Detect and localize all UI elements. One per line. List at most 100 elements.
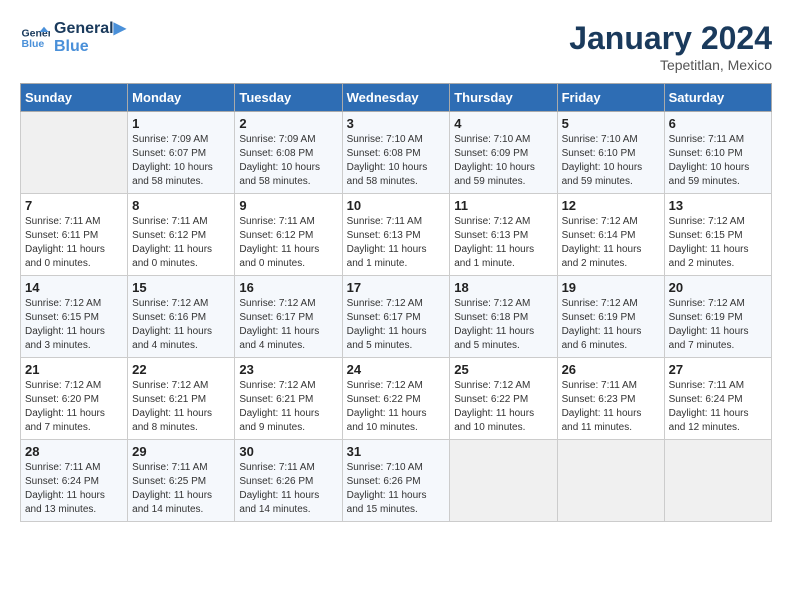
weekday-header: Saturday xyxy=(664,84,771,112)
calendar-week-row: 14 Sunrise: 7:12 AM Sunset: 6:15 PM Dayli… xyxy=(21,276,772,358)
day-info: Sunrise: 7:12 AM Sunset: 6:22 PM Dayligh… xyxy=(454,379,552,435)
day-number: 11 xyxy=(454,198,552,213)
calendar-cell: 24Sunrise: 7:12 AM Sunset: 6:22 PM Dayli… xyxy=(342,358,450,440)
day-info: Sunrise: 7:12 AM Sunset: 6:22 PM Dayligh… xyxy=(347,379,446,435)
calendar-cell: 27Sunrise: 7:11 AM Sunset: 6:24 PM Dayli… xyxy=(664,358,771,440)
day-number: 17 xyxy=(347,280,446,295)
day-number: 6 xyxy=(669,116,767,131)
day-number: 23 xyxy=(239,362,337,377)
day-info: Sunrise: 7:10 AM Sunset: 6:08 PM Dayligh… xyxy=(347,133,446,189)
weekday-header: Sunday xyxy=(21,84,128,112)
day-number: 14 xyxy=(25,280,123,295)
day-number: 22 xyxy=(132,362,230,377)
day-number: 13 xyxy=(669,198,767,213)
calendar-cell: 28 Sunrise: 7:11 AM Sunset: 6:24 PM Dayli… xyxy=(21,440,128,522)
day-number: 5 xyxy=(562,116,660,131)
calendar-cell: 10 Sunrise: 7:11 AM Sunset: 6:13 PM Dayli… xyxy=(342,194,450,276)
day-info: Sunrise: 7:09 AM Sunset: 6:07 PM Dayligh… xyxy=(132,133,230,189)
day-info: Sunrise: 7:12 AM Sunset: 6:17 PM Dayligh… xyxy=(239,297,337,353)
calendar-cell xyxy=(450,440,557,522)
calendar-cell: 25 Sunrise: 7:12 AM Sunset: 6:22 PM Dayli… xyxy=(450,358,557,440)
day-info: Sunrise: 7:12 AM Sunset: 6:20 PM Dayligh… xyxy=(25,379,123,435)
day-number: 1 xyxy=(132,116,230,131)
day-number: 19 xyxy=(562,280,660,295)
calendar-table: SundayMondayTuesdayWednesdayThursdayFrid… xyxy=(20,83,772,522)
day-info: Sunrise: 7:09 AM Sunset: 6:08 PM Dayligh… xyxy=(239,133,337,189)
day-info: Sunrise: 7:12 AM Sunset: 6:19 PM Dayligh… xyxy=(562,297,660,353)
day-info: Sunrise: 7:12 AM Sunset: 6:18 PM Dayligh… xyxy=(454,297,552,353)
day-info: Sunrise: 7:12 AM Sunset: 6:13 PM Dayligh… xyxy=(454,215,552,271)
day-number: 21 xyxy=(25,362,123,377)
day-number: 25 xyxy=(454,362,552,377)
day-number: 3 xyxy=(347,116,446,131)
month-title: January 2024 xyxy=(569,20,772,57)
calendar-cell: 15Sunrise: 7:12 AM Sunset: 6:16 PM Dayli… xyxy=(128,276,235,358)
day-info: Sunrise: 7:12 AM Sunset: 6:19 PM Dayligh… xyxy=(669,297,767,353)
day-info: Sunrise: 7:11 AM Sunset: 6:12 PM Dayligh… xyxy=(132,215,230,271)
day-number: 4 xyxy=(454,116,552,131)
calendar-cell: 17 Sunrise: 7:12 AM Sunset: 6:17 PM Dayli… xyxy=(342,276,450,358)
day-number: 29 xyxy=(132,444,230,459)
logo: General Blue General▶ Blue xyxy=(20,20,126,55)
calendar-cell: 14 Sunrise: 7:12 AM Sunset: 6:15 PM Dayli… xyxy=(21,276,128,358)
calendar-cell: 4Sunrise: 7:10 AM Sunset: 6:09 PM Daylig… xyxy=(450,112,557,194)
calendar-week-row: 1 Sunrise: 7:09 AM Sunset: 6:07 PM Daylig… xyxy=(21,112,772,194)
day-info: Sunrise: 7:12 AM Sunset: 6:14 PM Dayligh… xyxy=(562,215,660,271)
calendar-cell: 2 Sunrise: 7:09 AM Sunset: 6:08 PM Daylig… xyxy=(235,112,342,194)
day-info: Sunrise: 7:12 AM Sunset: 6:15 PM Dayligh… xyxy=(25,297,123,353)
calendar-cell: 3 Sunrise: 7:10 AM Sunset: 6:08 PM Daylig… xyxy=(342,112,450,194)
calendar-cell xyxy=(664,440,771,522)
day-number: 18 xyxy=(454,280,552,295)
day-info: Sunrise: 7:11 AM Sunset: 6:26 PM Dayligh… xyxy=(239,461,337,517)
day-info: Sunrise: 7:11 AM Sunset: 6:25 PM Dayligh… xyxy=(132,461,230,517)
day-number: 30 xyxy=(239,444,337,459)
day-info: Sunrise: 7:11 AM Sunset: 6:24 PM Dayligh… xyxy=(25,461,123,517)
page-header: General Blue General▶ Blue January 2024 … xyxy=(20,20,772,73)
calendar-cell xyxy=(557,440,664,522)
calendar-cell: 5 Sunrise: 7:10 AM Sunset: 6:10 PM Daylig… xyxy=(557,112,664,194)
calendar-cell: 19 Sunrise: 7:12 AM Sunset: 6:19 PM Dayli… xyxy=(557,276,664,358)
weekday-header: Wednesday xyxy=(342,84,450,112)
calendar-cell xyxy=(21,112,128,194)
day-info: Sunrise: 7:12 AM Sunset: 6:21 PM Dayligh… xyxy=(239,379,337,435)
calendar-cell: 11 Sunrise: 7:12 AM Sunset: 6:13 PM Dayli… xyxy=(450,194,557,276)
logo-text: General▶ Blue xyxy=(54,20,126,55)
day-info: Sunrise: 7:12 AM Sunset: 6:17 PM Dayligh… xyxy=(347,297,446,353)
day-info: Sunrise: 7:12 AM Sunset: 6:15 PM Dayligh… xyxy=(669,215,767,271)
day-number: 10 xyxy=(347,198,446,213)
logo-icon: General Blue xyxy=(20,23,50,53)
day-number: 2 xyxy=(239,116,337,131)
day-info: Sunrise: 7:11 AM Sunset: 6:10 PM Dayligh… xyxy=(669,133,767,189)
calendar-week-row: 28 Sunrise: 7:11 AM Sunset: 6:24 PM Dayli… xyxy=(21,440,772,522)
calendar-cell: 23 Sunrise: 7:12 AM Sunset: 6:21 PM Dayli… xyxy=(235,358,342,440)
calendar-cell: 30 Sunrise: 7:11 AM Sunset: 6:26 PM Dayli… xyxy=(235,440,342,522)
calendar-cell: 7 Sunrise: 7:11 AM Sunset: 6:11 PM Daylig… xyxy=(21,194,128,276)
day-info: Sunrise: 7:11 AM Sunset: 6:23 PM Dayligh… xyxy=(562,379,660,435)
day-number: 9 xyxy=(239,198,337,213)
calendar-cell: 22Sunrise: 7:12 AM Sunset: 6:21 PM Dayli… xyxy=(128,358,235,440)
calendar-cell: 31Sunrise: 7:10 AM Sunset: 6:26 PM Dayli… xyxy=(342,440,450,522)
calendar-week-row: 7 Sunrise: 7:11 AM Sunset: 6:11 PM Daylig… xyxy=(21,194,772,276)
calendar-cell: 6 Sunrise: 7:11 AM Sunset: 6:10 PM Daylig… xyxy=(664,112,771,194)
weekday-header: Tuesday xyxy=(235,84,342,112)
day-info: Sunrise: 7:11 AM Sunset: 6:12 PM Dayligh… xyxy=(239,215,337,271)
day-info: Sunrise: 7:11 AM Sunset: 6:13 PM Dayligh… xyxy=(347,215,446,271)
day-number: 7 xyxy=(25,198,123,213)
day-info: Sunrise: 7:11 AM Sunset: 6:11 PM Dayligh… xyxy=(25,215,123,271)
weekday-header: Monday xyxy=(128,84,235,112)
title-block: January 2024 Tepetitlan, Mexico xyxy=(569,20,772,73)
calendar-week-row: 21 Sunrise: 7:12 AM Sunset: 6:20 PM Dayli… xyxy=(21,358,772,440)
day-number: 31 xyxy=(347,444,446,459)
day-number: 28 xyxy=(25,444,123,459)
weekday-header-row: SundayMondayTuesdayWednesdayThursdayFrid… xyxy=(21,84,772,112)
calendar-cell: 13 Sunrise: 7:12 AM Sunset: 6:15 PM Dayli… xyxy=(664,194,771,276)
calendar-cell: 8Sunrise: 7:11 AM Sunset: 6:12 PM Daylig… xyxy=(128,194,235,276)
day-info: Sunrise: 7:12 AM Sunset: 6:16 PM Dayligh… xyxy=(132,297,230,353)
calendar-cell: 12Sunrise: 7:12 AM Sunset: 6:14 PM Dayli… xyxy=(557,194,664,276)
day-info: Sunrise: 7:10 AM Sunset: 6:10 PM Dayligh… xyxy=(562,133,660,189)
location: Tepetitlan, Mexico xyxy=(569,57,772,73)
calendar-cell: 20Sunrise: 7:12 AM Sunset: 6:19 PM Dayli… xyxy=(664,276,771,358)
calendar-cell: 18 Sunrise: 7:12 AM Sunset: 6:18 PM Dayli… xyxy=(450,276,557,358)
calendar-cell: 21 Sunrise: 7:12 AM Sunset: 6:20 PM Dayli… xyxy=(21,358,128,440)
day-number: 26 xyxy=(562,362,660,377)
